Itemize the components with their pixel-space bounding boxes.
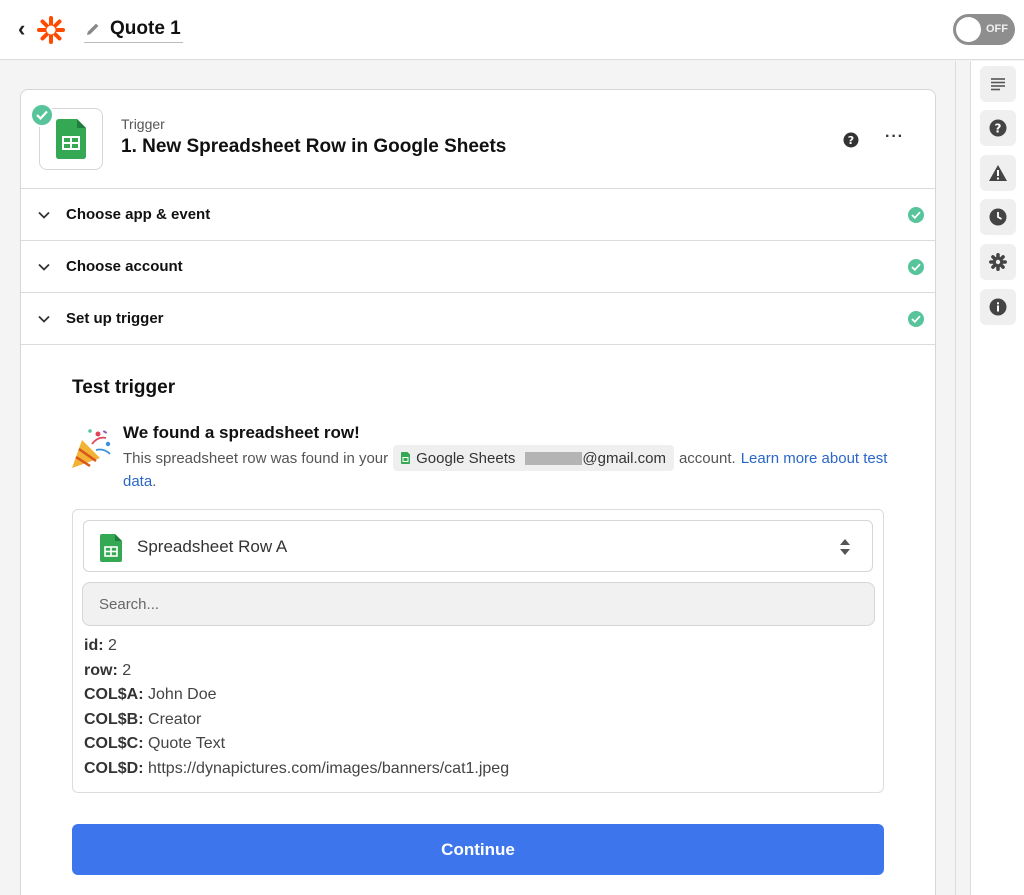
field-key: COL$C: <box>84 735 144 753</box>
chevron-down-icon <box>38 211 50 219</box>
more-options-button[interactable]: ··· <box>885 128 904 146</box>
field-value: Quote Text <box>148 735 226 753</box>
field-key: COL$B: <box>84 710 144 728</box>
learn-more-link-cont[interactable]: data <box>123 473 152 490</box>
check-circle-icon <box>908 311 924 327</box>
step-help-icon[interactable]: ? <box>843 132 859 148</box>
warning-icon <box>989 165 1007 181</box>
field-row: COL$B: Creator <box>84 711 509 736</box>
outline-icon <box>991 78 1005 91</box>
help-button[interactable]: ? <box>980 110 1016 146</box>
found-text-before: This spreadsheet row was found in your <box>123 449 389 467</box>
step-title: 1. New Spreadsheet Row in Google Sheets <box>121 136 507 157</box>
svg-text:?: ? <box>848 134 854 147</box>
selected-row-label: Spreadsheet Row A <box>137 537 288 556</box>
field-value: 2 <box>108 637 117 654</box>
found-text-after: account. <box>678 449 736 467</box>
continue-button[interactable]: Continue <box>72 824 884 875</box>
field-key: COL$A: <box>84 686 144 704</box>
check-circle-icon <box>908 259 924 275</box>
field-row: COL$C: Quote Text <box>84 735 509 760</box>
learn-more-link[interactable]: Learn more about test <box>741 450 888 467</box>
step-complete-check-icon <box>30 103 54 127</box>
account-email-suffix: @gmail.com <box>582 449 666 467</box>
found-description-line2: data. <box>123 473 156 490</box>
party-popper-icon <box>72 429 111 468</box>
field-row: COL$D: https://dynapictures.com/images/b… <box>84 760 509 785</box>
chevron-down-icon <box>38 315 50 323</box>
top-bar: ‹ Quote 1 OFF <box>0 0 1024 60</box>
field-row: id: 2 <box>84 637 509 662</box>
back-button[interactable]: ‹ <box>18 17 36 41</box>
account-chip: Google Sheets @gmail.com <box>393 445 674 471</box>
section-label: Set up trigger <box>66 310 164 327</box>
field-value: Creator <box>148 710 202 728</box>
panel-divider <box>955 61 956 895</box>
outline-button[interactable] <box>980 66 1016 102</box>
field-key: row: <box>84 661 118 679</box>
field-key: COL$D: <box>84 759 144 777</box>
section-set-up-trigger[interactable]: Set up trigger <box>21 293 935 345</box>
right-sidebar: ? <box>970 61 1024 895</box>
field-value: John Doe <box>148 686 217 704</box>
svg-text:?: ? <box>995 122 1002 136</box>
found-title: We found a spreadsheet row! <box>123 423 360 442</box>
test-result-panel: Spreadsheet Row A id: 2 row: 2 COL$A: Jo… <box>72 509 884 793</box>
zapier-logo-icon <box>37 16 65 44</box>
up-down-arrows-icon <box>840 539 850 555</box>
field-row: COL$A: John Doe <box>84 686 509 711</box>
search-input[interactable] <box>82 582 875 626</box>
field-row: row: 2 <box>84 662 509 687</box>
on-off-toggle[interactable]: OFF <box>953 14 1015 45</box>
field-value: https://dynapictures.com/images/banners/… <box>148 759 510 777</box>
account-app-name: Google Sheets <box>416 449 516 467</box>
info-button[interactable] <box>980 289 1016 325</box>
history-icon <box>989 208 1007 226</box>
section-label: Choose app & event <box>66 206 211 223</box>
row-selector[interactable]: Spreadsheet Row A <box>83 520 873 572</box>
pencil-icon <box>87 23 99 35</box>
check-circle-icon <box>908 207 924 223</box>
toggle-knob <box>956 17 981 42</box>
section-label: Choose account <box>66 258 183 275</box>
test-trigger-heading: Test trigger <box>72 377 176 398</box>
section-choose-app[interactable]: Choose app & event <box>21 189 935 241</box>
field-value: 2 <box>122 661 132 679</box>
field-key: id: <box>84 637 104 654</box>
help-icon: ? <box>989 119 1007 137</box>
step-header: Trigger 1. New Spreadsheet Row in Google… <box>21 90 935 189</box>
redacted-email <box>525 451 583 465</box>
zap-title-text: Quote 1 <box>110 17 181 39</box>
step-kind: Trigger <box>121 116 165 132</box>
field-list: id: 2 row: 2 COL$A: John Doe COL$B: Crea… <box>84 637 509 785</box>
google-sheets-icon <box>401 452 411 464</box>
period: . <box>152 473 157 490</box>
history-button[interactable] <box>980 199 1016 235</box>
zap-title[interactable]: Quote 1 <box>84 15 183 43</box>
info-icon <box>989 298 1007 316</box>
warning-button[interactable] <box>980 155 1016 191</box>
settings-icon <box>989 253 1007 271</box>
chevron-down-icon <box>38 263 50 271</box>
step-card: Trigger 1. New Spreadsheet Row in Google… <box>20 89 936 895</box>
settings-button[interactable] <box>980 244 1016 280</box>
toggle-label: OFF <box>986 23 1008 35</box>
google-sheets-icon <box>56 119 86 159</box>
google-sheets-icon <box>100 534 122 562</box>
found-description: This spreadsheet row was found in your G… <box>123 445 887 471</box>
section-choose-account[interactable]: Choose account <box>21 241 935 293</box>
